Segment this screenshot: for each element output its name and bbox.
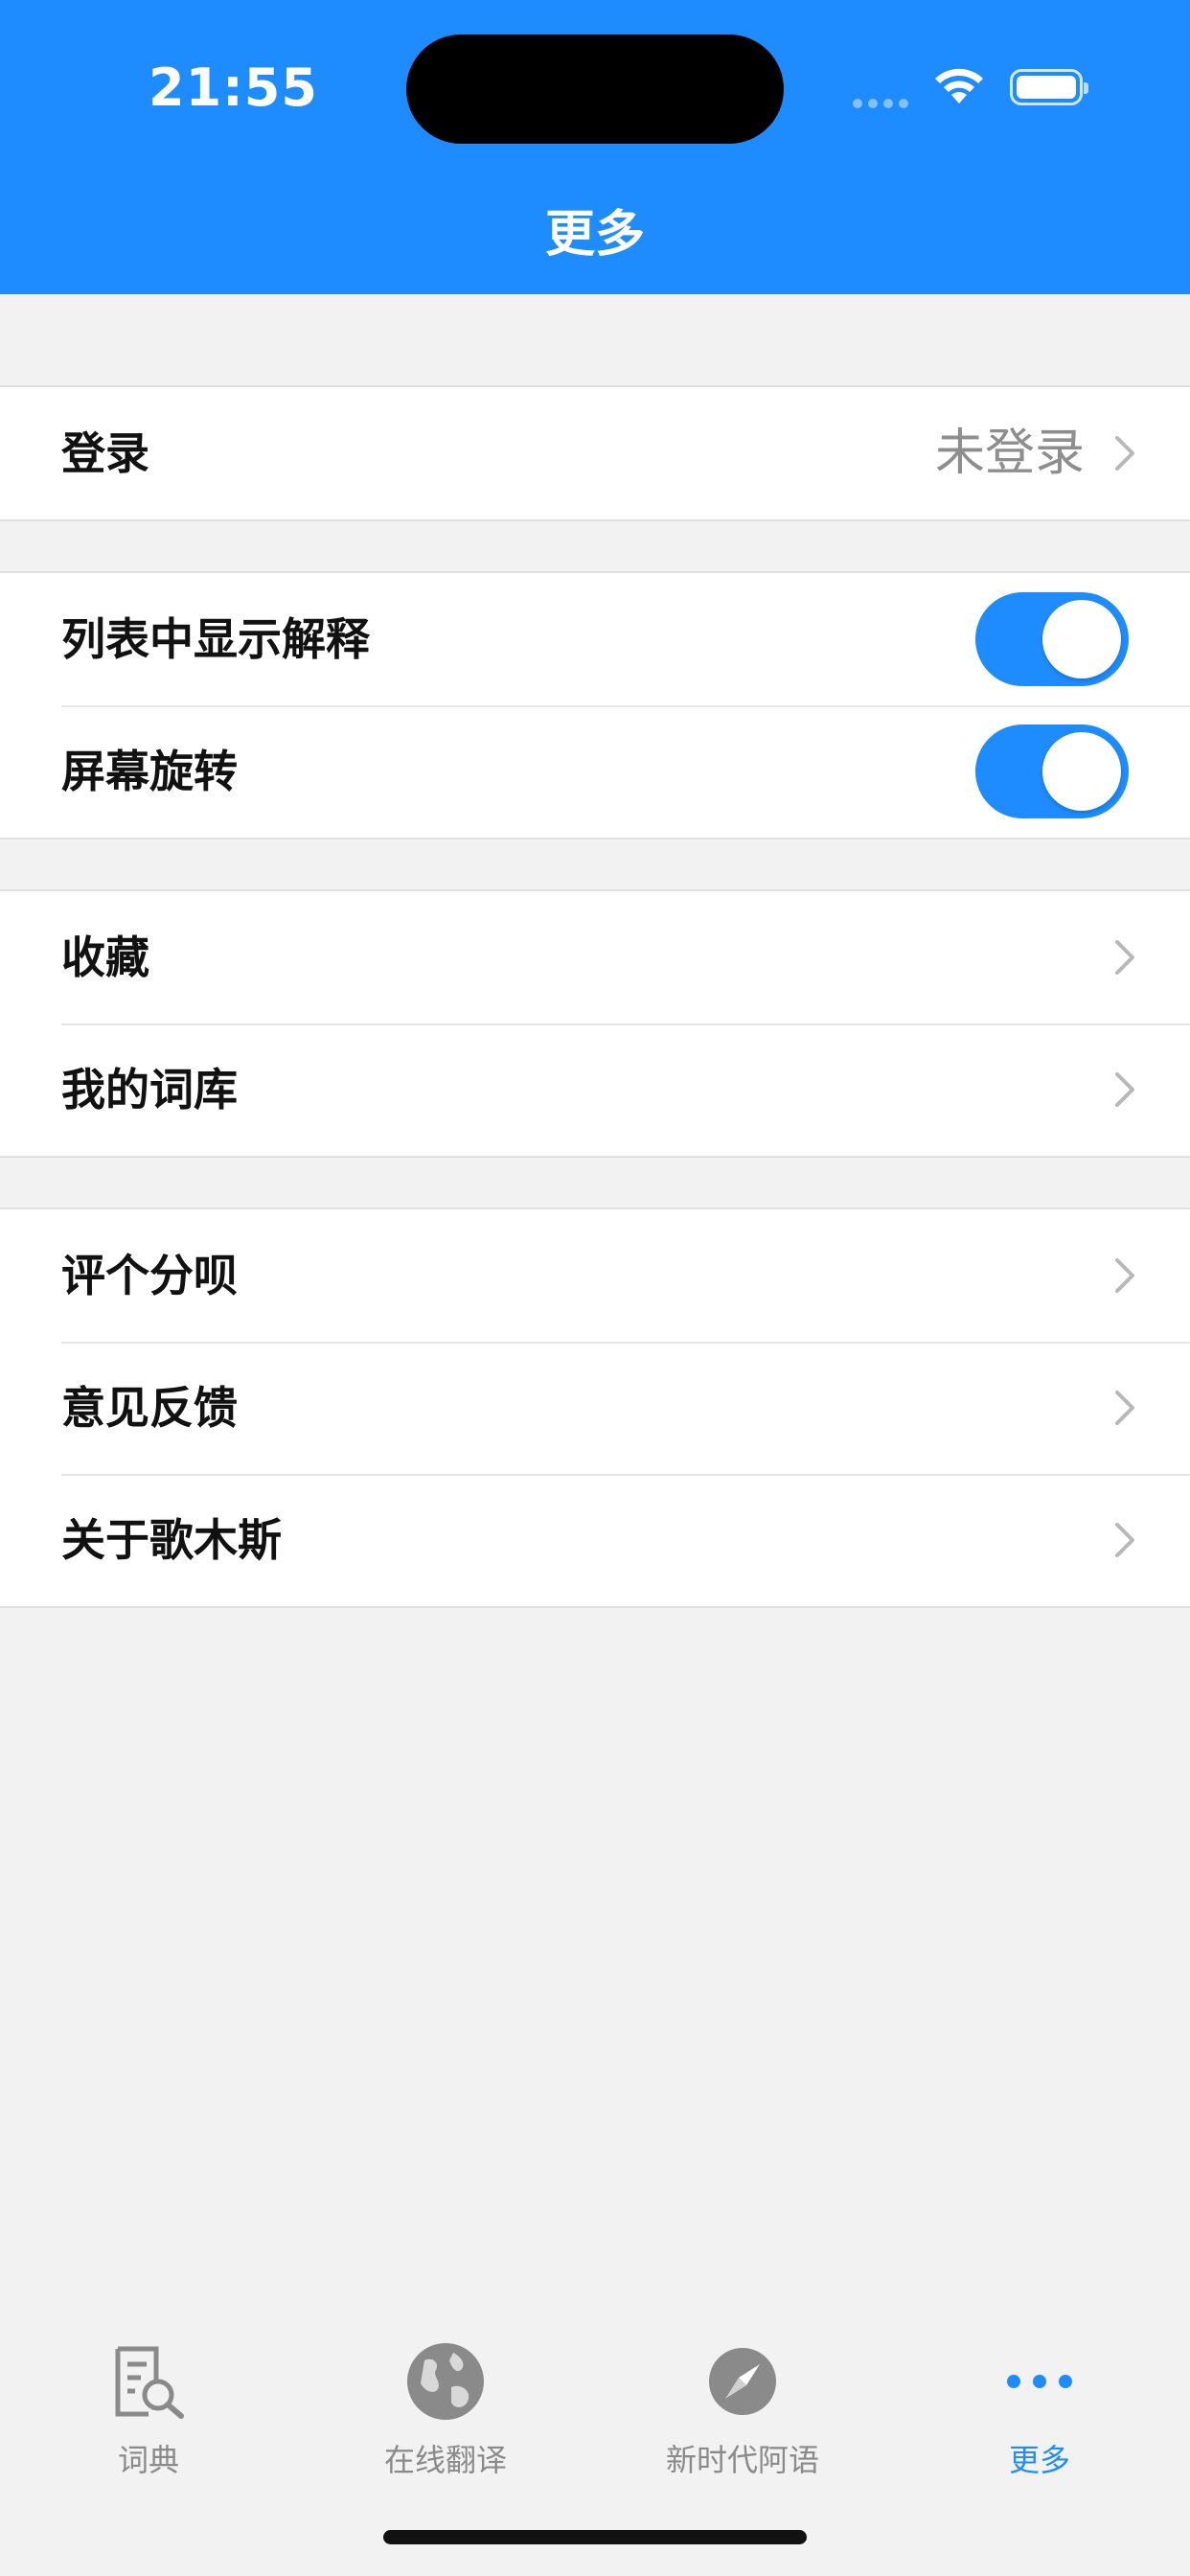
favorites-label: 收藏 (61, 932, 149, 983)
tab-online-translate[interactable]: 在线翻译 (297, 2338, 594, 2480)
compass-icon (594, 2338, 891, 2425)
tab-more[interactable]: 更多 (891, 2338, 1188, 2480)
tab-new-era-arabic[interactable]: 新时代阿语 (594, 2338, 891, 2480)
tab-dictionary[interactable]: 词典 (0, 2338, 297, 2480)
chevron-right-icon (1113, 938, 1136, 980)
my-vocabulary-row[interactable]: 我的词库 (0, 1024, 1190, 1156)
tab-online-translate-label: 在线翻译 (383, 2442, 507, 2478)
more-dots-icon (891, 2338, 1188, 2425)
login-label: 登录 (61, 427, 149, 479)
show-explanation-toggle[interactable] (975, 592, 1129, 686)
home-indicator[interactable] (383, 2530, 807, 2544)
my-vocabulary-label: 我的词库 (61, 1064, 238, 1116)
show-explanation-label: 列表中显示解释 (61, 613, 370, 665)
login-group: 登录 未登录 (0, 385, 1190, 521)
tab-new-era-arabic-label: 新时代阿语 (665, 2442, 819, 2478)
dynamic-island (406, 34, 784, 144)
show-explanation-row: 列表中显示解释 (0, 573, 1190, 705)
navigation-header: 21:55 更多 (0, 0, 1190, 294)
rate-app-row[interactable]: 评个分呗 (0, 1209, 1190, 1342)
feedback-label: 意见反馈 (61, 1382, 238, 1434)
library-group: 收藏 我的词库 (0, 889, 1190, 1158)
favorites-row[interactable]: 收藏 (0, 891, 1190, 1024)
page-title: 更多 (544, 206, 645, 264)
chevron-right-icon (1113, 1521, 1136, 1563)
feedback-row[interactable]: 意见反馈 (0, 1342, 1190, 1474)
battery-icon (1010, 69, 1088, 105)
screen-rotation-label: 屏幕旋转 (61, 746, 238, 797)
rate-app-label: 评个分呗 (61, 1250, 238, 1301)
login-status-value: 未登录 (934, 425, 1085, 482)
tab-more-label: 更多 (1008, 2442, 1070, 2478)
about-row[interactable]: 关于歌木斯 (0, 1474, 1190, 1606)
tab-dictionary-label: 词典 (117, 2442, 179, 2478)
about-group: 评个分呗 意见反馈 关于歌木斯 (0, 1208, 1190, 1608)
wifi-icon (931, 65, 987, 111)
dictionary-search-icon (0, 2338, 297, 2425)
chevron-right-icon (1113, 1256, 1136, 1299)
chevron-right-icon (1113, 1070, 1136, 1113)
chevron-right-icon (1113, 434, 1136, 476)
login-row[interactable]: 登录 未登录 (0, 387, 1190, 519)
status-time: 21:55 (149, 58, 318, 118)
about-label: 关于歌木斯 (61, 1514, 282, 1566)
chevron-right-icon (1113, 1389, 1136, 1431)
cellular-signal-icon (853, 94, 914, 112)
screen-rotation-toggle[interactable] (975, 724, 1129, 818)
settings-toggle-group: 列表中显示解释 屏幕旋转 (0, 571, 1190, 840)
screen-rotation-row: 屏幕旋转 (0, 705, 1190, 838)
globe-icon (297, 2338, 594, 2425)
